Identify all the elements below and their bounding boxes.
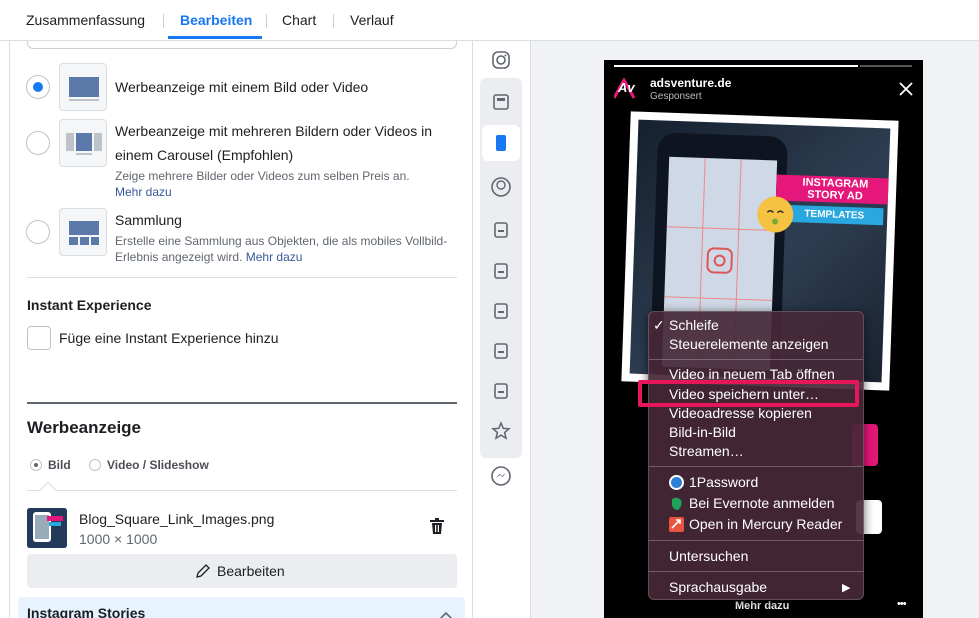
menu-item-picture-in-picture[interactable]: Bild-in-Bild	[669, 423, 736, 441]
submenu-arrow-icon: ▶	[842, 582, 851, 594]
pencil-icon	[195, 563, 211, 579]
menu-item-loop[interactable]: Schleife	[669, 316, 719, 334]
check-icon: ✓	[653, 317, 665, 333]
section-divider	[27, 402, 457, 404]
format-collection-desc-line1: Erstelle eine Sammlung aus Objekten, die…	[115, 234, 448, 248]
divider	[27, 277, 457, 278]
instant-experience-checkbox[interactable]	[27, 326, 51, 350]
account-name: adsventure.de	[650, 76, 732, 90]
cta-learn-more[interactable]: Mehr dazu	[735, 600, 789, 612]
ad-video-radio[interactable]	[89, 459, 101, 471]
menu-separator	[649, 571, 863, 572]
ad-video-label[interactable]: Video / Slideshow	[107, 458, 209, 472]
format-collection-desc-line2: Erlebnis angezeigt wird. Mehr dazu	[115, 250, 303, 264]
menu-item-speech[interactable]: Sprachausgabe	[669, 578, 767, 596]
tab-summary[interactable]: Zusammenfassung	[26, 12, 145, 28]
evernote-icon	[669, 496, 684, 511]
ad-section-heading: Werbeanzeige	[27, 418, 142, 437]
format-single-icon	[59, 63, 107, 111]
story-progress-track	[860, 65, 912, 67]
menu-item-show-controls[interactable]: Steuerelemente anzeigen	[669, 335, 829, 353]
close-icon[interactable]	[899, 82, 913, 96]
format-collection-learn-more[interactable]: Mehr dazu	[246, 250, 303, 264]
sponsored-label: Gesponsert	[650, 91, 702, 102]
menu-item-inspect[interactable]: Untersuchen	[669, 547, 748, 565]
format-single-label[interactable]: Werbeanzeige mit einem Bild oder Video	[115, 75, 368, 99]
placement-label: Instagram Stories	[27, 605, 146, 618]
ad-image-thumbnail	[27, 508, 67, 548]
more-options-icon[interactable]: •••	[897, 598, 907, 610]
party-emoji-icon	[756, 195, 794, 234]
format-carousel-radio[interactable]	[26, 131, 50, 155]
brand-logo: Av	[612, 76, 642, 100]
divider	[27, 490, 457, 491]
placement-row[interactable]: Instagram Stories	[18, 597, 465, 618]
format-collection-label[interactable]: Sammlung	[115, 208, 182, 232]
ad-file-name: Blog_Square_Link_Images.png	[79, 511, 275, 527]
banner-templates: TEMPLATES	[785, 204, 884, 226]
ad-image-radio[interactable]	[30, 459, 42, 471]
instant-experience-heading: Instant Experience	[27, 297, 152, 313]
inbox-placement-icon[interactable]	[482, 333, 520, 369]
inbox-placement-icon[interactable]	[482, 212, 520, 248]
tab-divider	[333, 14, 334, 28]
onepassword-icon	[669, 475, 684, 490]
edit-panel: Werbeanzeige mit einem Bild oder Video W…	[9, 41, 472, 618]
format-carousel-desc: Zeige mehrere Bilder oder Videos zum sel…	[115, 169, 410, 183]
mercury-reader-icon	[669, 517, 684, 532]
inbox-placement-icon[interactable]	[482, 253, 520, 289]
menu-item-1password[interactable]: 1Password	[689, 473, 758, 491]
menu-item-stream[interactable]: Streamen…	[669, 442, 744, 460]
format-carousel-learn-more[interactable]: Mehr dazu	[115, 184, 172, 200]
menu-item-evernote[interactable]: Bei Evernote anmelden	[689, 494, 835, 512]
menu-separator	[649, 540, 863, 541]
context-menu: ✓ Schleife Steuerelemente anzeigen Video…	[648, 311, 864, 600]
menu-separator	[649, 466, 863, 467]
story-placement-icon[interactable]	[482, 125, 520, 161]
ad-image-label[interactable]: Bild	[48, 458, 71, 472]
format-carousel-label-line1[interactable]: Werbeanzeige mit mehreren Bildern oder V…	[115, 119, 432, 143]
tab-divider	[266, 14, 267, 28]
menu-separator	[649, 359, 863, 360]
tab-chart[interactable]: Chart	[282, 12, 316, 28]
highlight-annotation	[638, 380, 859, 407]
story-progress-bar	[614, 65, 858, 67]
format-carousel-label-line2[interactable]: einem Carousel (Empfohlen)	[115, 143, 293, 167]
feed-placement-icon[interactable]	[482, 84, 520, 120]
selection-caret	[39, 481, 57, 499]
format-collection-radio[interactable]	[26, 220, 50, 244]
edit-image-label: Bearbeiten	[217, 563, 285, 579]
messenger-avatar-icon[interactable]	[482, 169, 520, 205]
tab-edit[interactable]: Bearbeiten	[180, 12, 252, 28]
format-carousel-icon	[59, 119, 107, 167]
tab-divider	[163, 14, 164, 28]
top-tab-bar: Zusammenfassung Bearbeiten Chart Verlauf	[0, 0, 979, 41]
active-tab-indicator	[168, 36, 262, 39]
instagram-icon[interactable]	[482, 42, 520, 78]
inbox-placement-icon[interactable]	[482, 373, 520, 409]
edit-image-button[interactable]: Bearbeiten	[27, 554, 457, 588]
format-single-radio[interactable]	[26, 75, 50, 99]
ad-file-dimensions: 1000 × 1000	[79, 531, 158, 547]
inbox-placement-icon[interactable]	[482, 293, 520, 329]
format-collection-icon	[59, 208, 107, 256]
instant-experience-label[interactable]: Füge eine Instant Experience hinzu	[59, 326, 278, 350]
star-icon[interactable]	[482, 413, 520, 449]
menu-item-mercury-reader[interactable]: Open in Mercury Reader	[689, 515, 842, 533]
chevron-up-icon[interactable]	[439, 607, 453, 618]
previous-field	[27, 41, 457, 49]
tab-history[interactable]: Verlauf	[350, 12, 394, 28]
trash-icon[interactable]	[430, 518, 444, 534]
messenger-icon[interactable]	[482, 458, 520, 494]
